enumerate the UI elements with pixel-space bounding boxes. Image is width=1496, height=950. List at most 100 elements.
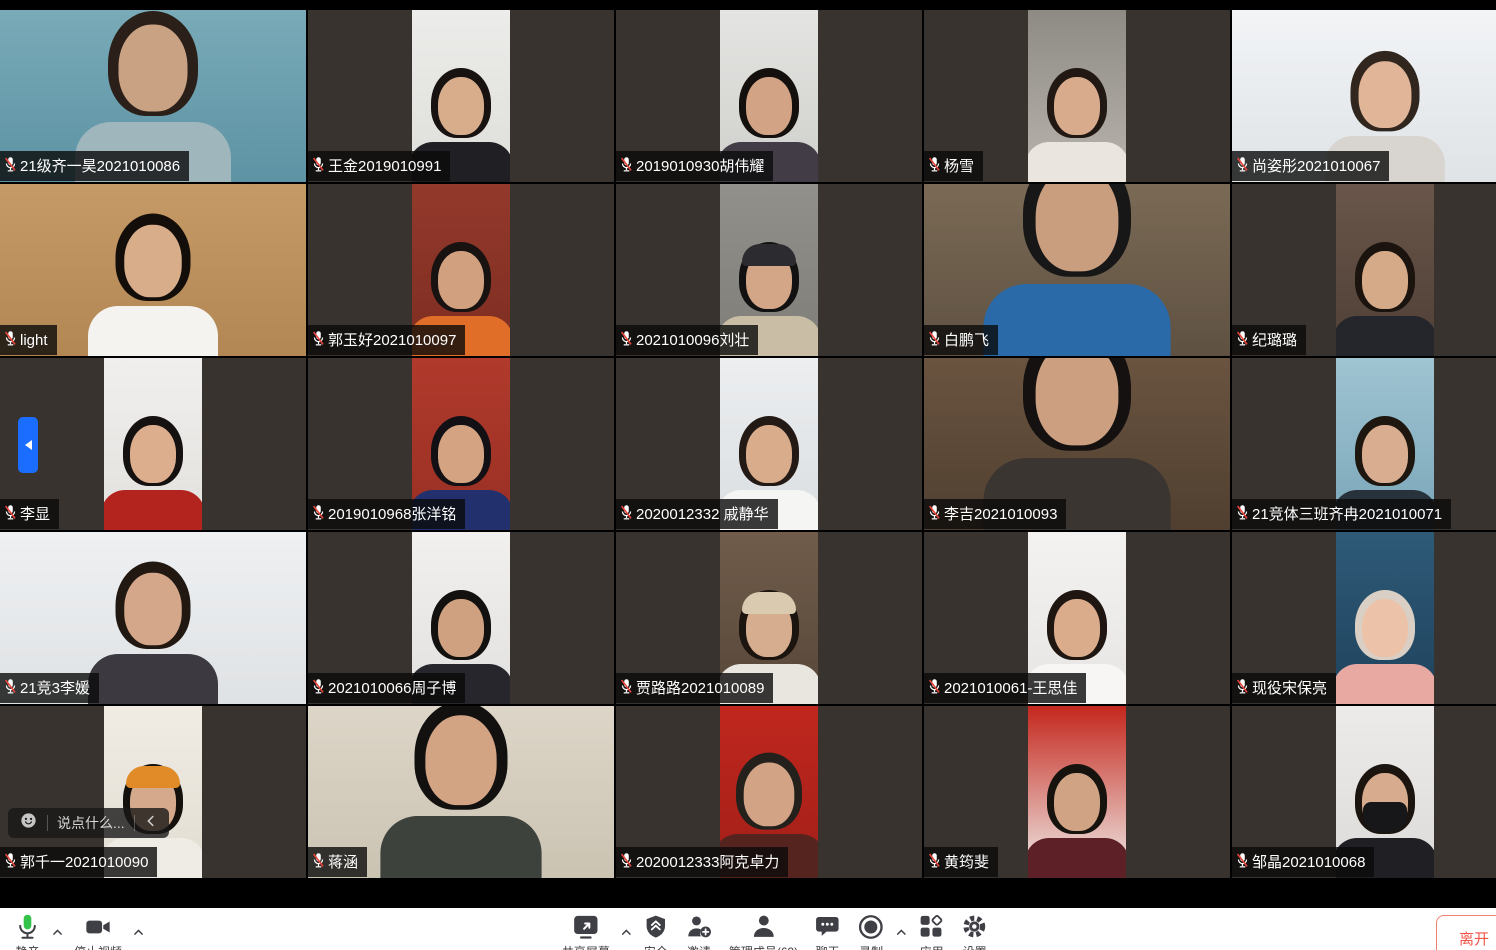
members-icon — [750, 913, 778, 940]
participant-grid: 21级齐一昊2021010086 王金2019010991 — [0, 10, 1496, 878]
mic-muted-icon — [620, 852, 633, 872]
participant-video — [1336, 184, 1434, 356]
participant-tile[interactable]: 李吉2021010093 — [924, 358, 1230, 530]
participant-tile[interactable]: 李显 — [0, 358, 306, 530]
participant-tile[interactable]: 王金2019010991 — [308, 10, 614, 182]
participant-tile[interactable]: 贾路路2021010089 — [616, 532, 922, 704]
mic-muted-icon — [1236, 678, 1249, 698]
toolbar-button-security[interactable]: 安全 — [635, 908, 677, 950]
participant-name-label: 蒋涵 — [328, 855, 358, 870]
mic-muted-icon — [312, 504, 325, 524]
participant-tile[interactable]: 2021010061-王思佳 — [924, 532, 1230, 704]
leave-meeting-button[interactable]: 离开 — [1436, 915, 1496, 950]
invite-icon — [685, 913, 713, 940]
participant-name-badge: 2019010930胡伟耀 — [616, 151, 773, 181]
participant-tile[interactable]: 黄筠斐 — [924, 706, 1230, 878]
toolbar-button-share-screen[interactable]: 共享屏幕 — [554, 908, 618, 950]
shield-icon — [643, 913, 669, 940]
participant-name-label: 郭玉好2021010097 — [328, 333, 456, 348]
mic-muted-icon — [620, 156, 633, 176]
participant-tile[interactable]: 邹晶2021010068 — [1232, 706, 1496, 878]
participant-tile[interactable]: 郭玉好2021010097 — [308, 184, 614, 356]
participant-name-badge: 2019010968张洋铭 — [308, 499, 465, 529]
participant-tile[interactable]: 2020012332 戚静华 — [616, 358, 922, 530]
previous-page-button[interactable] — [18, 417, 38, 473]
toolbar-left-group: 静音 停止视频 — [6, 908, 147, 950]
quick-chat-bar[interactable]: 说点什么... — [8, 808, 169, 838]
arrow-left-icon — [25, 440, 32, 450]
participant-tile[interactable]: 2021010066周子博 — [308, 532, 614, 704]
mic-icon — [14, 913, 41, 940]
mic-muted-icon — [928, 504, 941, 524]
participant-name-badge: 21竞3李媛 — [0, 673, 99, 703]
participant-tile[interactable]: 尚姿彤2021010067 — [1232, 10, 1496, 182]
participant-name-badge: 2021010066周子博 — [308, 673, 465, 703]
participant-name-label: 21级齐一昊2021010086 — [20, 159, 180, 174]
chevron-up-icon[interactable] — [893, 926, 910, 939]
mic-muted-icon — [312, 330, 325, 350]
toolbar-button-apps[interactable]: 应用 — [910, 908, 953, 950]
participant-name-label: 纪璐璐 — [1252, 333, 1297, 348]
toolbar-button-chat[interactable]: 聊天 — [806, 908, 849, 950]
participant-tile[interactable]: 2019010968张洋铭 — [308, 358, 614, 530]
chevron-up-icon[interactable] — [130, 926, 147, 939]
participant-tile[interactable]: 杨雪 — [924, 10, 1230, 182]
toolbar-button-settings[interactable]: 设置 — [953, 908, 996, 950]
mic-muted-icon — [620, 678, 633, 698]
participant-tile[interactable]: 现役宋保亮 — [1232, 532, 1496, 704]
participant-name-badge: 李显 — [0, 499, 59, 529]
participant-tile[interactable]: 21竞体三班齐冉2021010071 — [1232, 358, 1496, 530]
participant-name-label: 21竞体三班齐冉2021010071 — [1252, 507, 1442, 522]
participant-name-label: 尚姿彤2021010067 — [1252, 159, 1380, 174]
participant-name-label: 21竞3李媛 — [20, 681, 90, 696]
participant-name-label: 2020012332 戚静华 — [636, 507, 769, 522]
participant-tile[interactable]: 白鹏飞 — [924, 184, 1230, 356]
person-silhouette — [1028, 760, 1126, 878]
participant-name-badge: 李吉2021010093 — [924, 499, 1066, 529]
participant-tile[interactable]: 蒋涵 — [308, 706, 614, 878]
mic-muted-icon — [928, 678, 941, 698]
participant-name-badge: 2020012332 戚静华 — [616, 499, 778, 529]
meeting-toolbar: 静音 停止视频 共享屏幕 安全 邀请 管理成员(69) 聊天 录制 应用 设置 — [0, 908, 1496, 950]
participant-tile[interactable]: light — [0, 184, 306, 356]
toolbar-button-stop-video[interactable]: 停止视频 — [66, 908, 130, 950]
participant-name-label: 王金2019010991 — [328, 159, 441, 174]
mic-muted-icon — [1236, 852, 1249, 872]
participant-name-label: 2020012333阿克卓力 — [636, 855, 779, 870]
participant-name-badge: 2021010096刘壮 — [616, 325, 758, 355]
participant-name-label: 李吉2021010093 — [944, 507, 1057, 522]
participant-name-badge: 王金2019010991 — [308, 151, 450, 181]
participant-tile[interactable]: 2020012333阿克卓力 — [616, 706, 922, 878]
mic-muted-icon — [4, 330, 17, 350]
record-icon — [857, 913, 885, 940]
participant-name-label: 杨雪 — [944, 159, 974, 174]
participant-name-label: 李显 — [20, 507, 50, 522]
participant-tile[interactable]: 纪璐璐 — [1232, 184, 1496, 356]
participant-tile[interactable]: 21竞3李媛 — [0, 532, 306, 704]
chat-icon — [814, 913, 841, 940]
person-silhouette — [1336, 586, 1434, 704]
participant-name-badge: 郭玉好2021010097 — [308, 325, 465, 355]
participant-name-badge: light — [0, 325, 57, 355]
mic-muted-icon — [620, 504, 633, 524]
participant-tile[interactable]: 2021010096刘壮 — [616, 184, 922, 356]
participant-tile[interactable]: 2019010930胡伟耀 — [616, 10, 922, 182]
chevron-up-icon[interactable] — [49, 926, 66, 939]
mic-muted-icon — [1236, 330, 1249, 350]
participant-tile[interactable]: 郭千一2021010090 — [0, 706, 306, 878]
mic-muted-icon — [312, 156, 325, 176]
participant-video — [1028, 706, 1126, 878]
participant-name-label: 贾路路2021010089 — [636, 681, 764, 696]
mic-muted-icon — [4, 678, 17, 698]
toolbar-button-mute[interactable]: 静音 — [6, 908, 49, 950]
toolbar-button-invite[interactable]: 邀请 — [677, 908, 721, 950]
participant-name-label: 2021010061-王思佳 — [944, 681, 1077, 696]
toolbar-button-record[interactable]: 录制 — [849, 908, 893, 950]
quick-chat-input[interactable]: 说点什么... — [57, 813, 125, 833]
chevron-up-icon[interactable] — [618, 926, 635, 939]
smiley-icon[interactable] — [19, 811, 38, 835]
toolbar-button-manage-members[interactable]: 管理成员(69) — [721, 908, 806, 950]
chevron-left-icon[interactable] — [144, 814, 158, 833]
participant-name-label: 2021010066周子博 — [328, 681, 456, 696]
participant-tile[interactable]: 21级齐一昊2021010086 — [0, 10, 306, 182]
